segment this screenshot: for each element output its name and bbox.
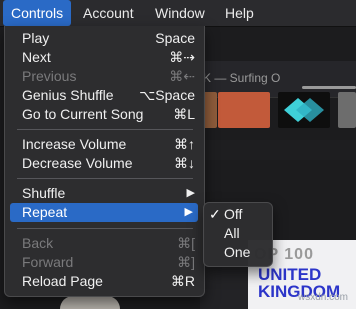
watermark: wsxdn.com xyxy=(298,292,349,303)
menu-item-shortcut: ⌘⇠ xyxy=(169,68,195,84)
menu-item-shortcut: ⌘R xyxy=(170,273,195,289)
menu-item-increase-volume[interactable]: Increase Volume ⌘↑ xyxy=(5,135,204,154)
submenu-item-all[interactable]: All xyxy=(204,224,272,243)
playback-progress[interactable] xyxy=(302,86,356,89)
album-art-1[interactable] xyxy=(203,92,217,128)
menu-item-label: Increase Volume xyxy=(22,136,127,152)
album-art-3[interactable] xyxy=(278,92,330,128)
menu-item-play[interactable]: Play Space xyxy=(5,29,204,48)
menu-item-shuffle[interactable]: Shuffle ▶ xyxy=(5,184,204,203)
menu-separator xyxy=(17,129,193,130)
menu-item-shortcut: ⌥Space xyxy=(139,87,195,103)
menu-item-back: Back ⌘[ xyxy=(5,234,204,253)
menu-item-go-to-current-song[interactable]: Go to Current Song ⌘L xyxy=(5,105,204,124)
menu-item-repeat[interactable]: Repeat ▶ xyxy=(10,203,198,222)
menubar-help[interactable]: Help xyxy=(217,0,262,26)
submenu-item-label: All xyxy=(224,225,240,241)
repeat-submenu: ✓ Off All One xyxy=(203,202,273,267)
menubar-window[interactable]: Window xyxy=(147,0,213,26)
now-playing-text: K — Surfing O xyxy=(203,71,281,85)
menu-item-label: Next xyxy=(22,49,51,65)
controls-menu: Play Space Next ⌘⇢ Previous ⌘⇠ Genius Sh… xyxy=(4,26,205,297)
menu-item-shortcut: ⌘↑ xyxy=(174,136,195,152)
menu-item-label: Decrease Volume xyxy=(22,155,133,171)
submenu-item-label: One xyxy=(224,244,251,260)
menu-item-label: Repeat xyxy=(22,204,68,220)
menu-item-shortcut: ⌘↓ xyxy=(174,155,195,171)
album-art-4[interactable] xyxy=(338,92,356,128)
submenu-arrow-icon: ▶ xyxy=(186,187,195,199)
menu-item-label: Previous xyxy=(22,68,77,84)
menu-item-decrease-volume[interactable]: Decrease Volume ⌘↓ xyxy=(5,154,204,173)
menu-item-shortcut: ⌘] xyxy=(177,254,195,270)
submenu-item-off[interactable]: ✓ Off xyxy=(204,205,272,224)
menu-item-shortcut: ⌘⇢ xyxy=(169,49,195,65)
menubar-controls[interactable]: Controls xyxy=(3,0,72,26)
background-strip xyxy=(200,140,356,160)
menu-item-reload-page[interactable]: Reload Page ⌘R xyxy=(5,272,204,291)
submenu-item-one[interactable]: One xyxy=(204,243,272,262)
menu-item-label: Play xyxy=(22,30,50,46)
menu-item-genius-shuffle[interactable]: Genius Shuffle ⌥Space xyxy=(5,86,204,105)
menu-item-label: Go to Current Song xyxy=(22,106,144,122)
chevron-art-icon xyxy=(284,98,324,122)
submenu-item-label: Off xyxy=(224,206,243,222)
menu-item-label: Forward xyxy=(22,254,74,270)
submenu-arrow-icon: ▶ xyxy=(184,206,193,218)
menu-bar: Controls Account Window Help xyxy=(0,0,356,27)
menu-item-shortcut: ⌘[ xyxy=(177,235,195,251)
menu-item-shortcut: ⌘L xyxy=(173,106,195,122)
menu-item-label: Genius Shuffle xyxy=(22,87,114,103)
menubar-account[interactable]: Account xyxy=(75,0,142,26)
menu-separator xyxy=(17,228,193,229)
menu-item-forward: Forward ⌘] xyxy=(5,253,204,272)
menu-item-label: Shuffle xyxy=(22,185,66,201)
menu-item-previous: Previous ⌘⇠ xyxy=(5,67,204,86)
artist-photo xyxy=(60,296,120,309)
menu-item-label: Reload Page xyxy=(22,273,103,289)
checkmark-icon: ✓ xyxy=(209,206,221,222)
menu-item-shortcut: Space xyxy=(155,30,195,46)
menu-item-next[interactable]: Next ⌘⇢ xyxy=(5,48,204,67)
menu-item-label: Back xyxy=(22,235,54,251)
album-art-2[interactable] xyxy=(218,92,270,128)
menu-separator xyxy=(17,178,193,179)
